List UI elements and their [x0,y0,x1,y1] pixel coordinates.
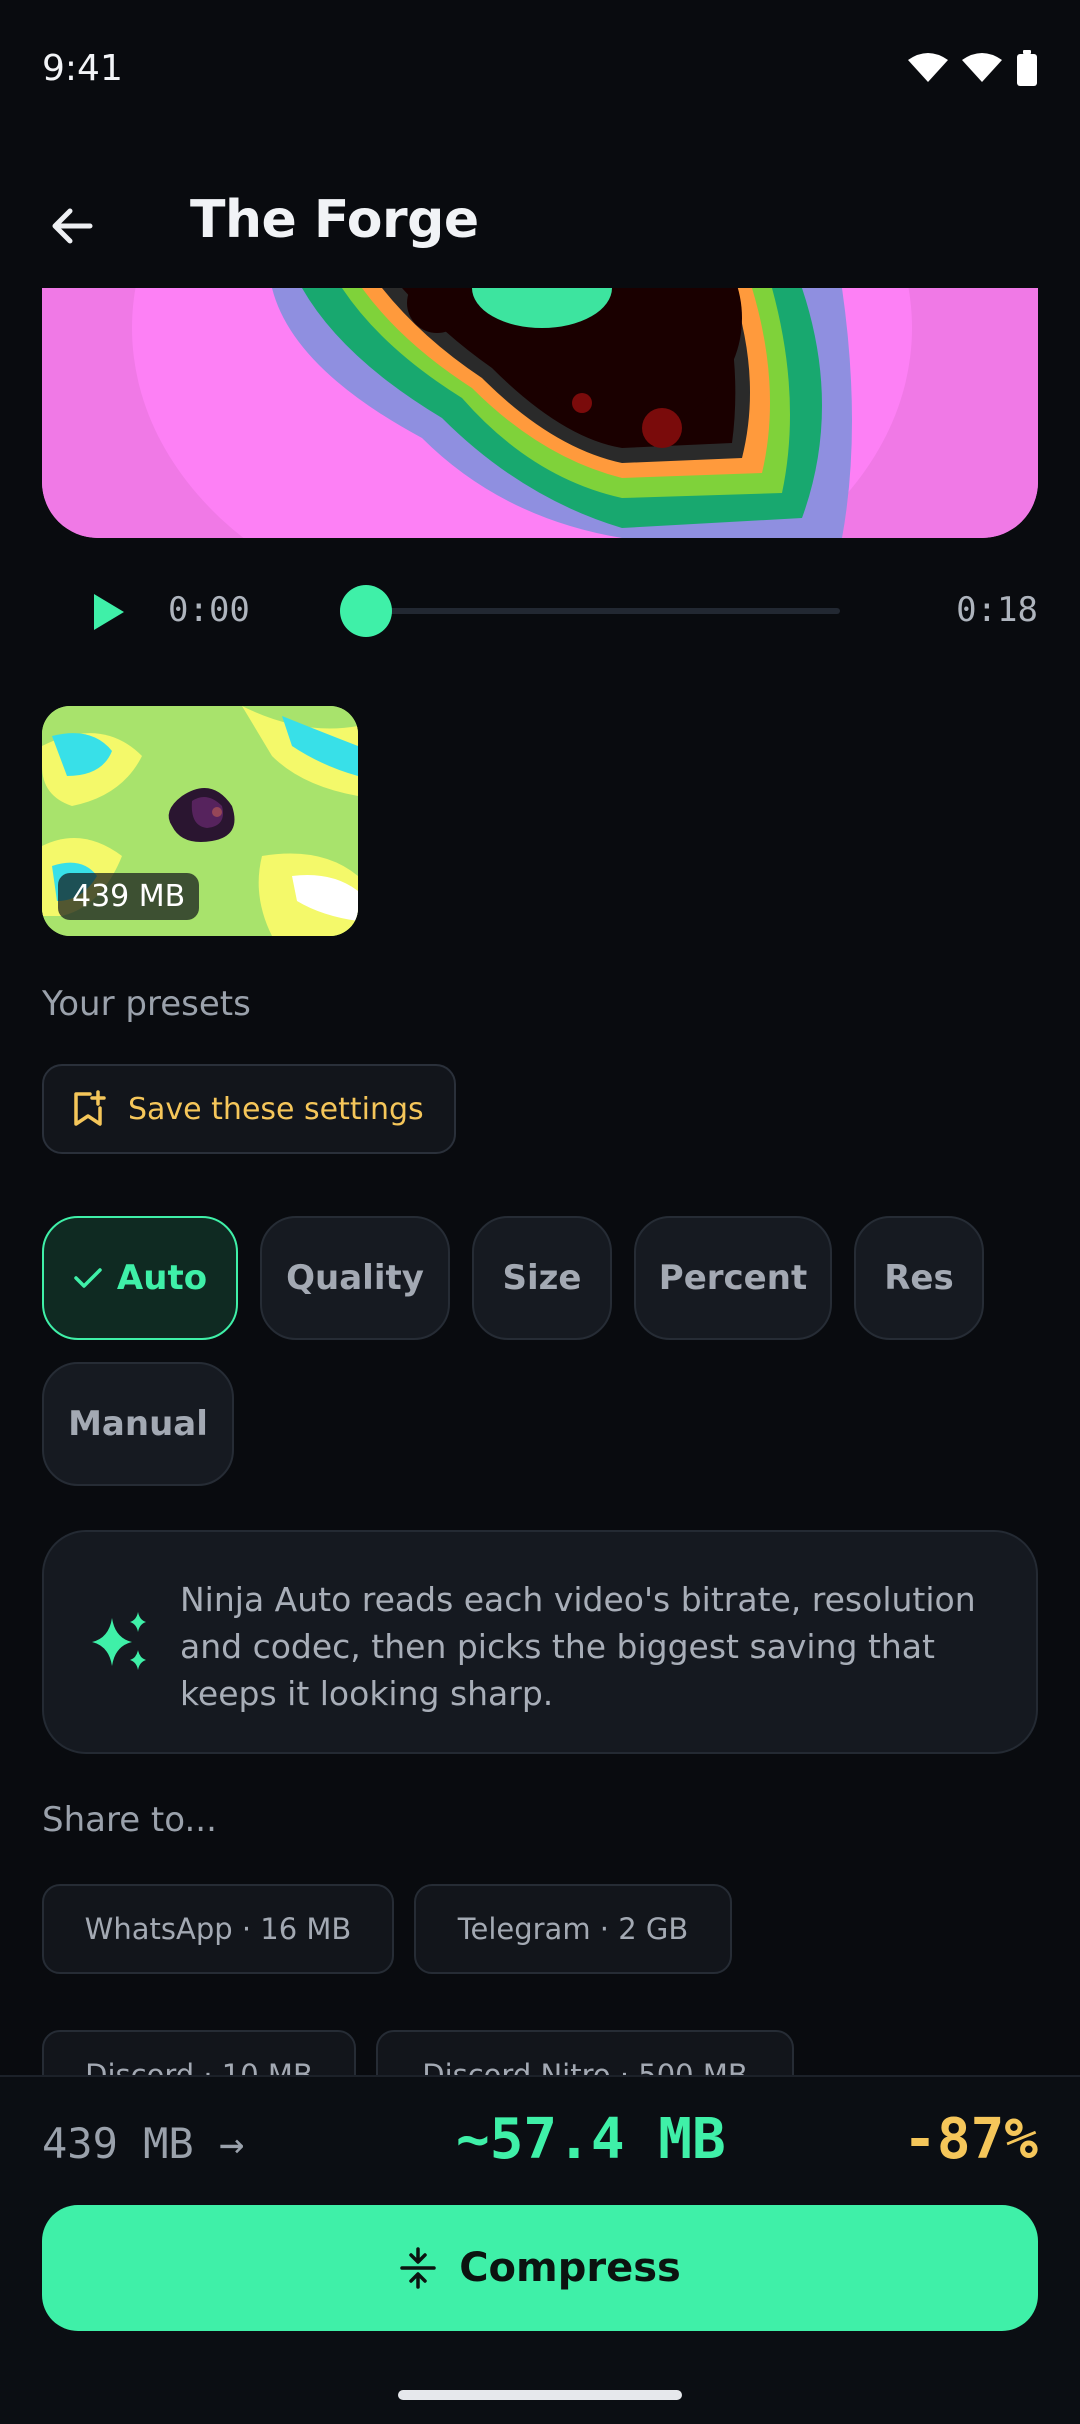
share-target-label: WhatsApp · 16 MB [84,1912,352,1946]
seek-bar[interactable] [362,608,840,614]
compress-label: Compress [459,2245,681,2291]
mode-chip-label: Res [884,1258,954,1298]
original-size: 439 MB → [42,2119,244,2168]
app-bar: The Forge [0,160,1080,288]
save-settings-label: Save these settings [128,1091,424,1127]
arrow-back-icon [52,208,93,244]
mode-chip-manual[interactable]: Manual [42,1362,234,1486]
mode-chip-size[interactable]: Size [472,1216,612,1340]
duration: 0:18 [956,590,1038,630]
compress-button[interactable]: Compress [42,2205,1038,2331]
home-indicator[interactable] [398,2390,682,2400]
current-time: 0:00 [168,590,250,630]
bookmark-add-icon [74,1090,106,1126]
video-thumbnail[interactable]: 439 MB [42,706,358,936]
mode-chip-label: Quality [286,1258,424,1298]
share-target-telegram[interactable]: Telegram · 2 GB [414,1884,732,1974]
mode-chip-quality[interactable]: Quality [260,1216,450,1340]
mode-chip-label: Size [502,1258,582,1298]
arrow-right-icon: → [219,2119,245,2168]
mode-chip-label: Auto [116,1258,208,1298]
wifi-icon [962,53,1002,82]
file-size-badge: 439 MB [58,873,200,920]
player-controls: 0:00 0:18 [42,572,1038,652]
save-settings-button[interactable]: Save these settings [42,1064,456,1154]
mode-chip-label: Manual [68,1404,208,1444]
mode-chip-percent[interactable]: Percent [634,1216,832,1340]
mode-chip-auto[interactable]: Auto [42,1216,238,1340]
play-button[interactable] [82,586,134,638]
auto-mode-info-card: Ninja Auto reads each video's bitrate, r… [42,1530,1038,1754]
share-target-whatsapp[interactable]: WhatsApp · 16 MB [42,1884,394,1974]
status-bar: 9:41 [0,0,1080,140]
fractal-preview-image [42,288,1038,538]
check-icon [74,1268,102,1288]
share-target-label: Telegram · 2 GB [457,1912,689,1946]
screen: 9:41 The Forge 0:00 0:18 439 MB Your pre… [0,0,1080,2424]
compression-summary-panel: 439 MB → ~57.4 MB -87% Compress [0,2075,1080,2424]
auto-mode-description: Ninja Auto reads each video's bitrate, r… [180,1580,976,1713]
status-time: 9:41 [42,48,123,89]
video-preview[interactable] [42,288,1038,538]
presets-label: Your presets [42,984,251,1024]
estimated-size: ~57.4 MB [456,2107,726,2172]
seek-thumb[interactable] [340,585,392,637]
wifi-icon [908,53,948,82]
original-size-value: 439 MB [42,2119,194,2168]
sparkle-icon [92,1612,146,1670]
compress-icon [400,2247,436,2289]
back-button[interactable] [30,184,114,268]
status-icons [908,50,1038,86]
reduction-percent: -87% [903,2107,1038,2172]
battery-icon [1017,50,1037,86]
mode-chip-res[interactable]: Res [854,1216,984,1340]
mode-chip-label: Percent [658,1258,808,1298]
play-icon [94,594,124,630]
share-label: Share to... [42,1800,217,1840]
page-title: The Forge [190,190,479,250]
